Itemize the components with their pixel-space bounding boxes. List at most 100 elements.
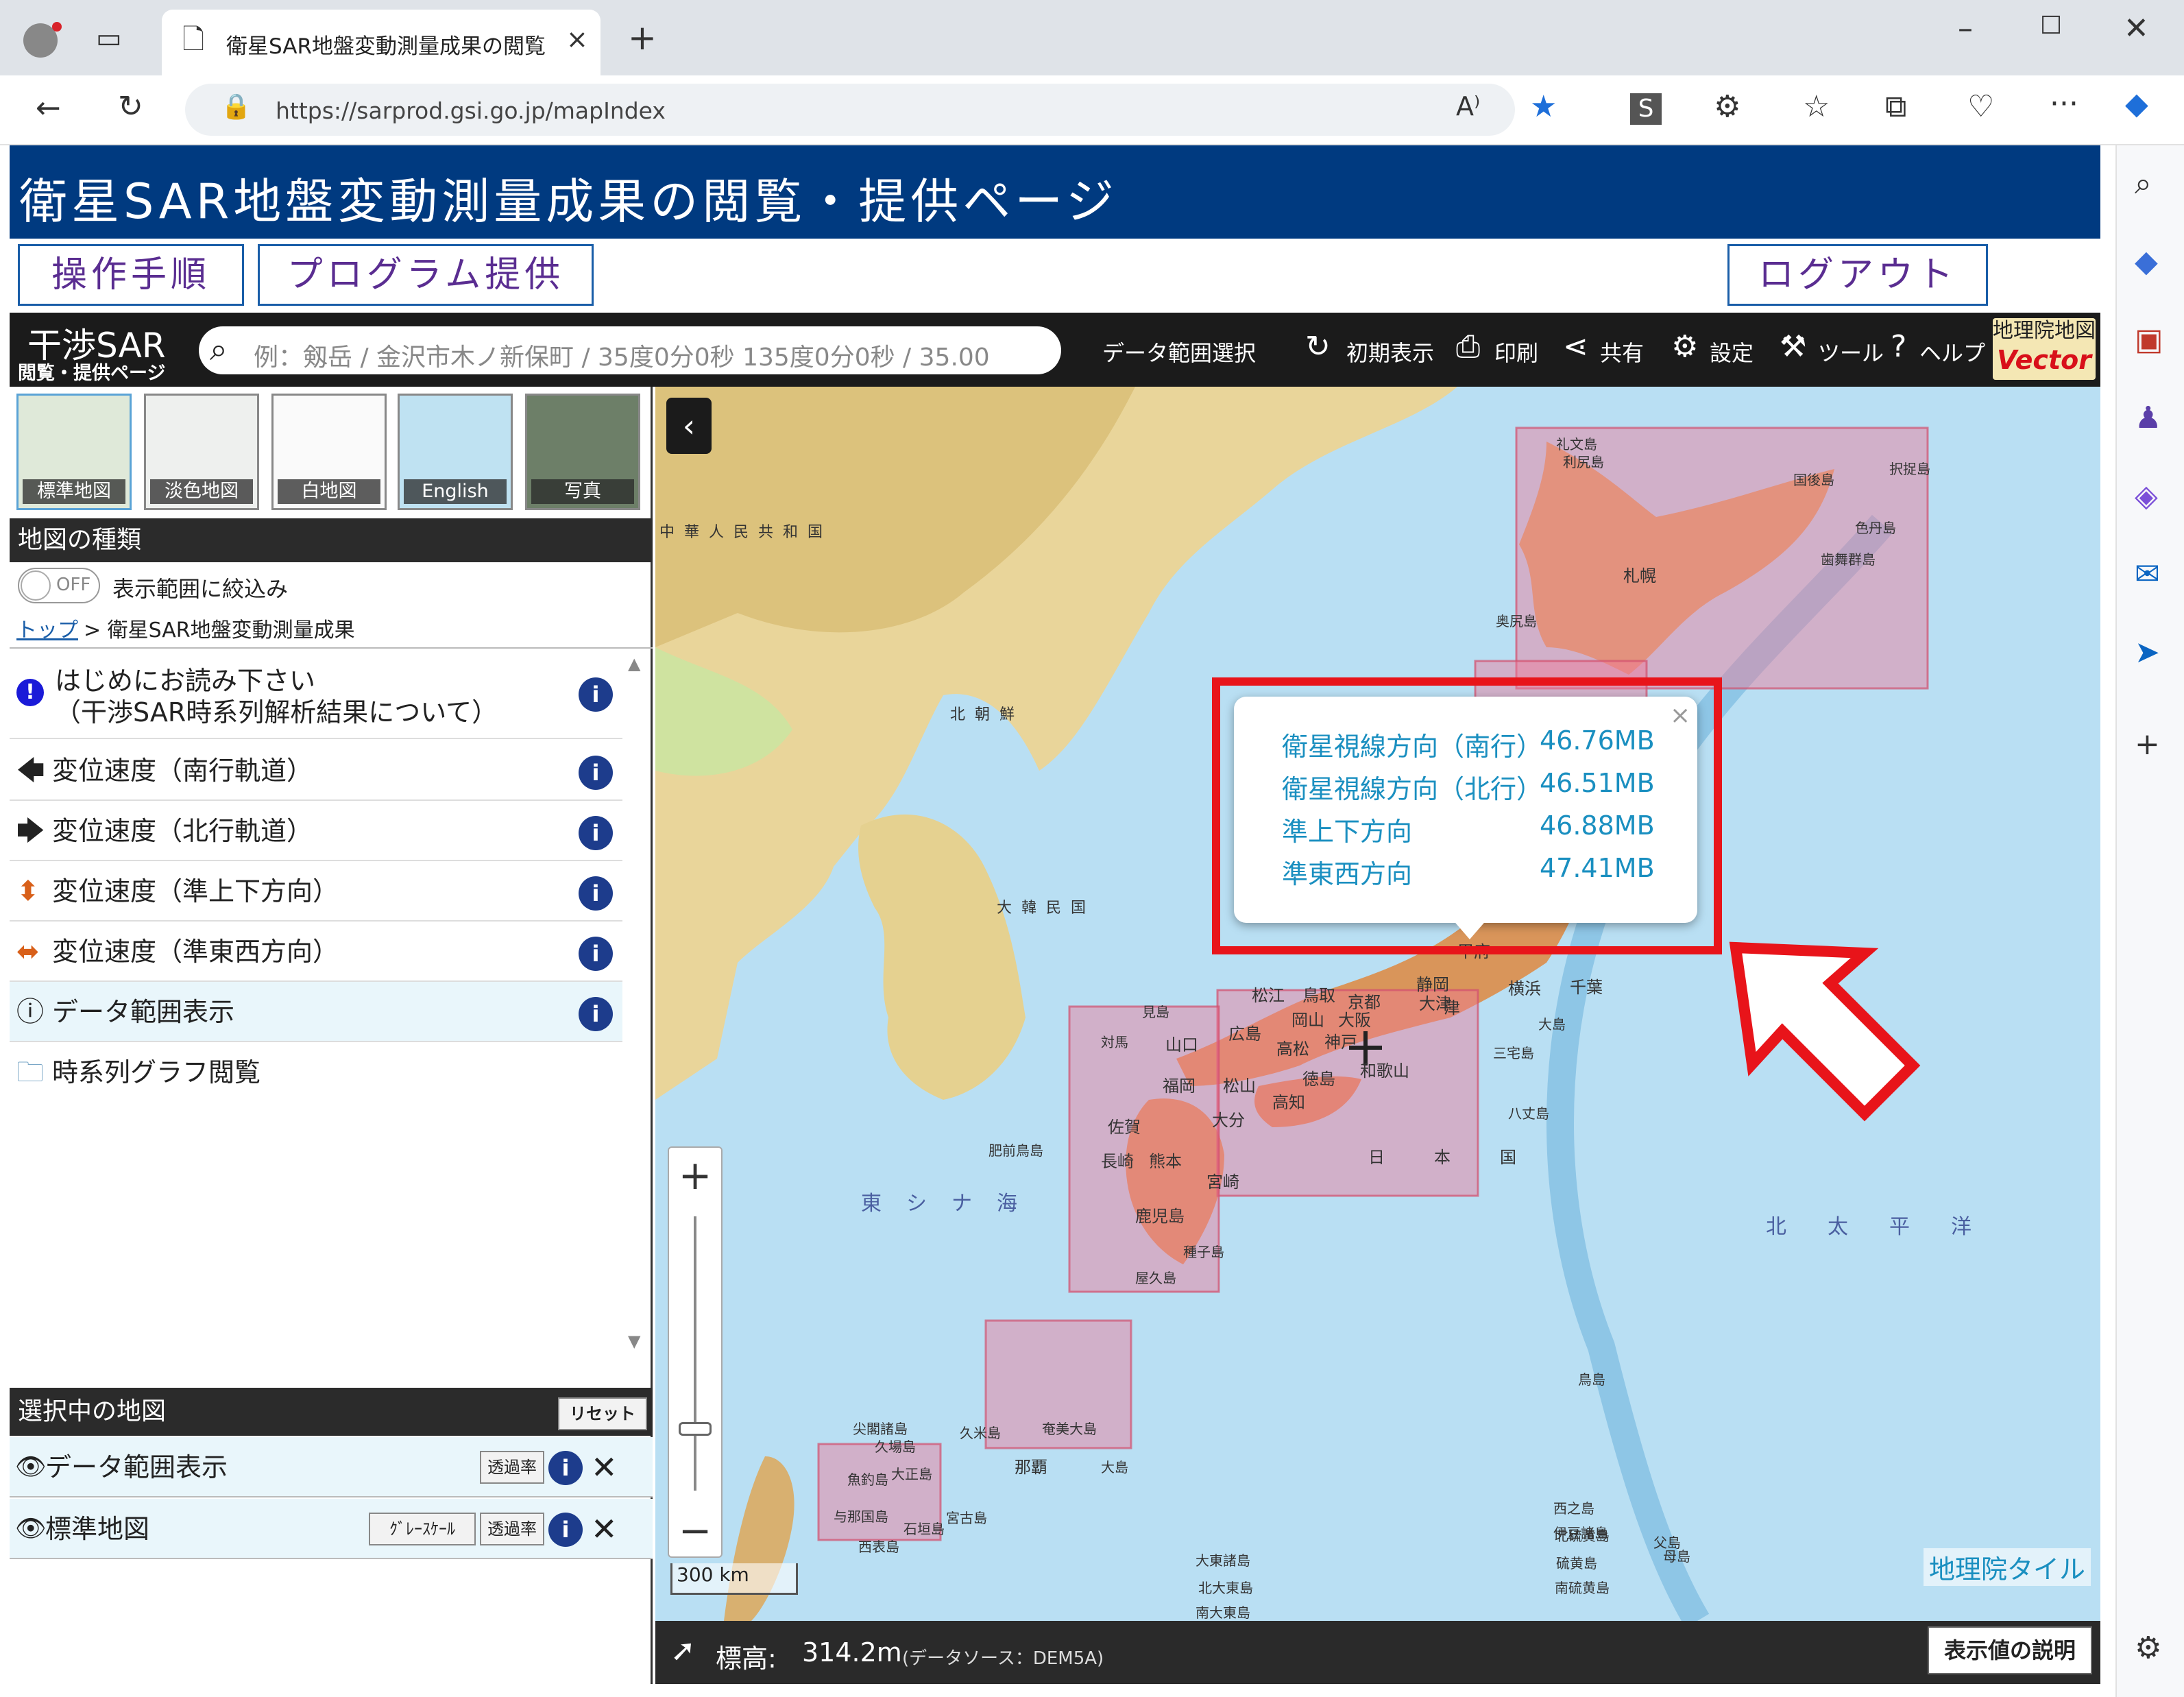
new-tab-icon[interactable]: + [628, 21, 657, 55]
eye-icon[interactable]: 👁 [15, 1437, 47, 1497]
info-icon[interactable]: i [579, 997, 613, 1031]
help-button[interactable]: ヘルプ [1919, 336, 1985, 368]
search-input[interactable]: ⌕ 例：剱岳 / 金沢市木ノ新保町 / 35度0分0秒 135度0分0秒 / 3… [199, 326, 1061, 374]
favorites-icon[interactable]: ☆ [1803, 92, 1830, 122]
remove-icon[interactable]: ✕ [591, 1499, 618, 1559]
gsi-vector-link[interactable]: 地理院地図 Vector [1993, 318, 2096, 380]
initial-view-button[interactable]: 初期表示 [1346, 336, 1434, 368]
tools-icon[interactable]: ⚒ [1780, 329, 1806, 364]
arrow-icon[interactable]: ➚ [670, 1636, 696, 1666]
exclamation-icon: ! [16, 679, 44, 706]
add-sidebar-icon[interactable]: + [2135, 730, 2160, 760]
selected-label: 標準地図 [45, 1514, 150, 1544]
place-label: 利尻島 [1563, 454, 1604, 470]
send-icon[interactable]: ➤ [2135, 638, 2160, 668]
place-label: 鳥島 [1578, 1371, 1605, 1388]
layer-velocity-south[interactable]: 🡄 変位速度（南行軌道） i [10, 741, 622, 801]
sidebar-settings-icon[interactable]: ⚙ [2135, 1633, 2161, 1663]
print-button[interactable]: 印刷 [1494, 336, 1538, 368]
thumb-standard-map[interactable]: 標準地図 [16, 394, 132, 510]
info-icon[interactable]: i [548, 1513, 583, 1547]
folder-timeseries[interactable]: 🗀 時系列グラフ閲覧 [10, 1042, 622, 1103]
zoom-out-button[interactable]: − [669, 1507, 721, 1554]
thumb-pale-map[interactable]: 淡色地図 [144, 394, 259, 510]
zoom-slider-handle[interactable] [679, 1422, 712, 1436]
close-window-icon[interactable]: ✕ [2124, 14, 2149, 44]
tools-button[interactable]: ツール [1818, 336, 1884, 368]
eye-icon[interactable]: 👁 [15, 1499, 47, 1559]
grayscale-button[interactable]: ｸﾞﾚｰｽｹｰﾙ [369, 1513, 476, 1545]
remove-icon[interactable]: ✕ [591, 1437, 618, 1497]
browser-tab[interactable]: 🗋 衛星SAR地盤変動測量成果の閲覧 × [162, 10, 600, 75]
back-icon[interactable]: ← [36, 93, 61, 123]
scroll-up-icon[interactable]: ▲ [628, 654, 640, 673]
share-button[interactable]: 共有 [1600, 336, 1644, 368]
minimize-icon[interactable]: – [1958, 14, 1973, 44]
page-icon: 🗋 [182, 24, 205, 56]
more-menu-icon[interactable]: ··· [2050, 89, 2078, 119]
favorite-star-icon[interactable]: ★ [1530, 92, 1557, 122]
games-icon[interactable]: ♟ [2135, 403, 2161, 433]
place-label: 石垣島 [903, 1521, 945, 1537]
breadcrumb-top-link[interactable]: トップ [16, 613, 78, 643]
url-field[interactable]: 🔒 https://sarprod.gsi.go.jp/mapIndex A⁾ [185, 84, 1515, 136]
thumb-photo-map[interactable]: 写真 [525, 394, 640, 510]
layer-data-range[interactable]: ⓘ データ範囲表示 i [10, 982, 622, 1042]
filter-toggle[interactable]: OFF [18, 568, 100, 603]
program-button[interactable]: プログラム提供 [258, 244, 594, 306]
settings-icon[interactable]: ⚙ [1671, 329, 1698, 364]
scroll-down-icon[interactable]: ▼ [628, 1332, 640, 1351]
logout-button[interactable]: ログアウト [1727, 244, 1988, 306]
map-types-heading: 地図の種類 [10, 518, 653, 562]
selected-data-range-row[interactable]: 👁 データ範囲表示 透過率 i ✕ [10, 1437, 653, 1497]
info-icon[interactable]: i [579, 677, 613, 712]
reset-button[interactable]: リセット [558, 1397, 647, 1430]
layer-readme[interactable]: ! はじめにお読み下さい （干渉SAR時系列解析結果について） i [10, 650, 622, 739]
info-icon[interactable]: i [579, 937, 613, 971]
close-tab-icon[interactable]: × [566, 26, 588, 52]
selected-standard-map-row[interactable]: 👁 標準地図 ｸﾞﾚｰｽｹｰﾙ 透過率 i ✕ [10, 1499, 653, 1559]
collections-icon[interactable]: ⧉ [1885, 92, 1906, 122]
outlook-icon[interactable]: ✉ [2135, 559, 2160, 590]
search-icon[interactable]: ⌕ [2135, 169, 2152, 199]
thumb-blank-map[interactable]: 白地図 [271, 394, 387, 510]
performance-icon[interactable]: ♡ [1967, 92, 1994, 122]
info-icon[interactable]: i [579, 756, 613, 790]
layer-velocity-north[interactable]: 🡆 変位速度（北行軌道） i [10, 801, 622, 861]
opacity-button[interactable]: 透過率 [480, 1451, 544, 1484]
layer-velocity-eastwest[interactable]: ⬌ 変位速度（準東西方向） i [10, 922, 622, 982]
print-icon[interactable]: ⎙ [1456, 329, 1480, 364]
shopping-tag-icon[interactable]: ◆ [2135, 247, 2158, 277]
extensions-icon[interactable]: ⚙ [1714, 92, 1740, 122]
place-label: 北大東島 [1198, 1580, 1253, 1596]
zoom-slider-track[interactable] [694, 1216, 696, 1491]
settings-button[interactable]: 設定 [1710, 336, 1754, 368]
copilot-icon[interactable]: ◆ [2125, 89, 2148, 119]
data-range-select-button[interactable]: データ範囲選択 [1102, 336, 1256, 368]
tab-actions-icon[interactable]: ▭ [96, 25, 122, 52]
tools-icon[interactable]: ▣ [2135, 325, 2163, 355]
maximize-icon[interactable]: ☐ [2040, 14, 2062, 38]
info-icon[interactable]: i [579, 816, 613, 850]
collapse-sidebar-icon[interactable]: ‹ [666, 398, 712, 454]
extension-s-icon[interactable]: S [1630, 93, 1662, 125]
m365-icon[interactable]: ◈ [2135, 481, 2158, 511]
help-icon[interactable]: ? [1891, 329, 1906, 364]
opacity-button[interactable]: 透過率 [480, 1513, 544, 1545]
lock-icon[interactable]: 🔒 [221, 95, 252, 119]
read-aloud-icon[interactable]: A⁾ [1456, 93, 1480, 119]
layer-velocity-vertical[interactable]: ⬍ 変位速度（準上下方向） i [10, 861, 622, 922]
zoom-in-button[interactable]: + [669, 1152, 721, 1199]
legend-explanation-button[interactable]: 表示値の説明 [1928, 1626, 2092, 1674]
reset-view-icon[interactable]: ↻ [1305, 329, 1331, 364]
info-icon[interactable]: i [548, 1451, 583, 1485]
place-label: 肥前鳥島 [988, 1142, 1043, 1159]
refresh-icon[interactable]: ↻ [118, 92, 143, 122]
share-icon[interactable]: ⋖ [1563, 329, 1588, 364]
info-icon[interactable]: i [579, 876, 613, 911]
tile-credit[interactable]: 地理院タイル [1924, 1548, 2091, 1586]
toggle-knob [21, 570, 51, 601]
selected-heading-text: 選択中の地図 [18, 1397, 167, 1425]
manual-button[interactable]: 操作手順 [18, 244, 244, 306]
thumb-english-map[interactable]: English [398, 394, 513, 510]
